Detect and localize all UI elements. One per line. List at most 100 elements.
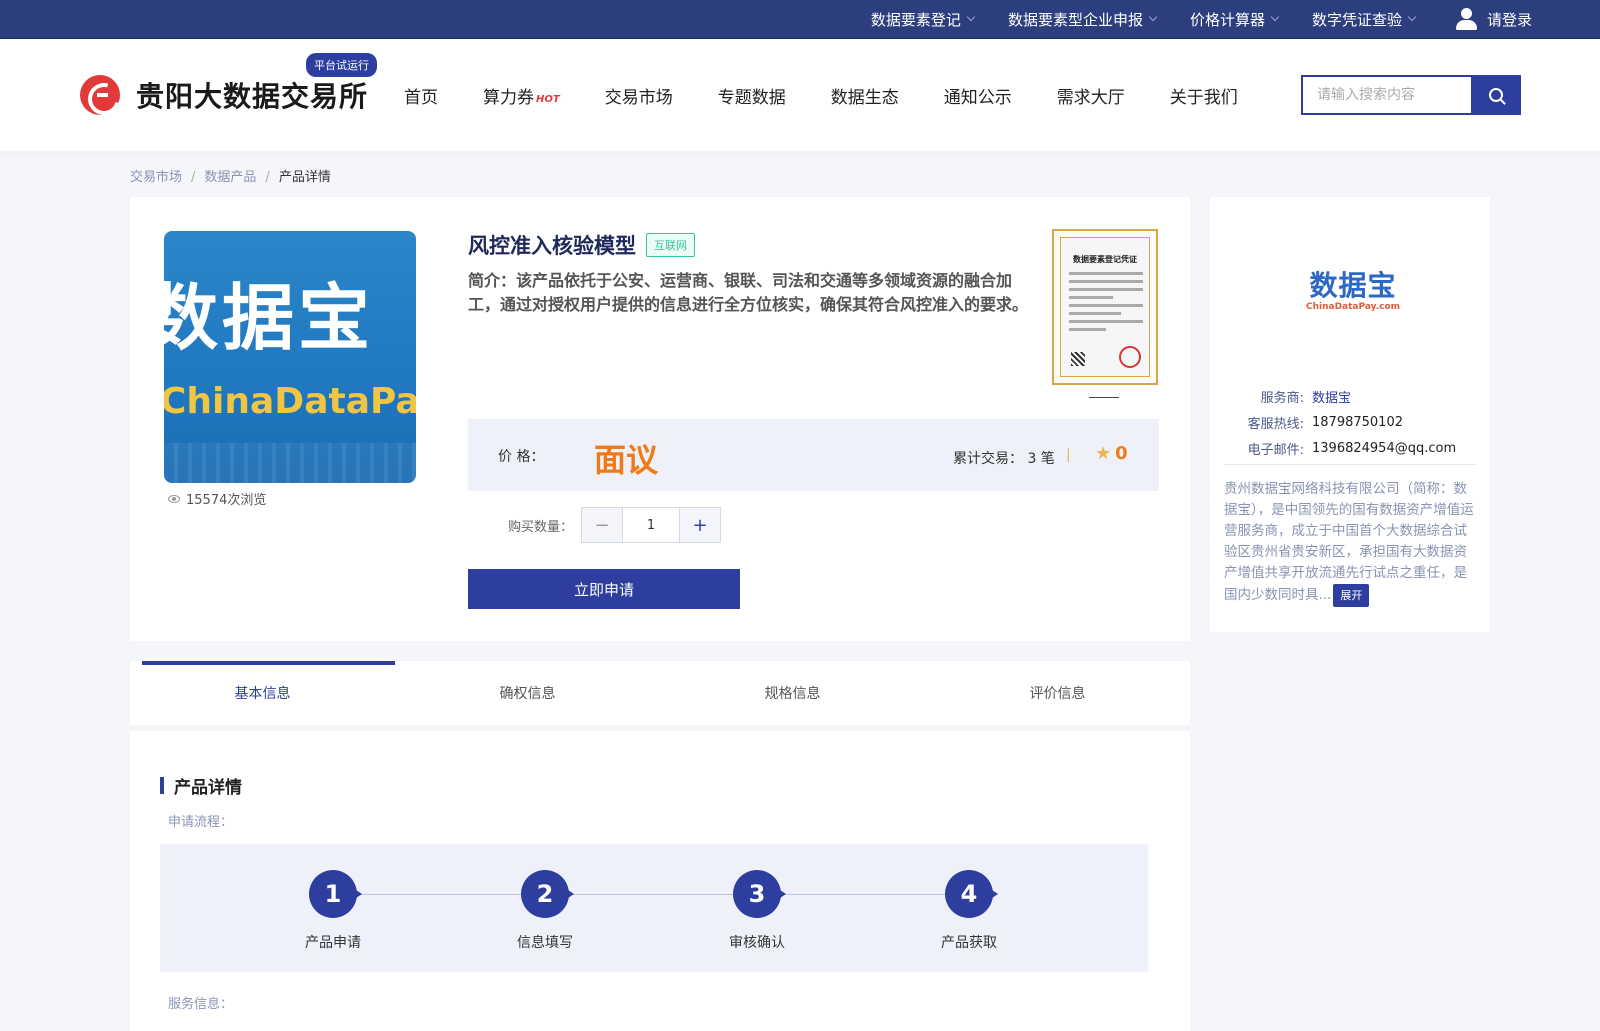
step-number: 1: [309, 870, 362, 918]
section-title: 产品详情: [160, 773, 242, 798]
provider-info: 服务商: 数据宝 客服热线: 18798750102 电子邮件: 1396824954…: [1228, 383, 1480, 461]
nav-topic-data[interactable]: 专题数据: [718, 83, 786, 108]
product-image-cn-text: 数据宝: [164, 276, 375, 360]
step-number: 3: [733, 870, 786, 918]
price-label: 价 格：: [498, 449, 545, 465]
quantity-value[interactable]: 1: [622, 508, 681, 542]
search-icon: [1489, 88, 1503, 102]
provider-card: 数据宝 ChinaDataPay.com 服务商: 数据宝 客服热线: 187987…: [1210, 197, 1490, 632]
step-label: 产品获取: [941, 935, 997, 951]
flow-label: 申请流程：: [168, 815, 234, 830]
nav-demand-hall[interactable]: 需求大厅: [1057, 83, 1125, 108]
chevron-down-icon: [1148, 12, 1158, 22]
nav-label: 需求大厅: [1056, 87, 1125, 108]
tab-basic-info[interactable]: 基本信息: [130, 661, 395, 725]
nav-about[interactable]: 关于我们: [1170, 83, 1238, 108]
tab-reviews[interactable]: 评价信息: [925, 661, 1190, 725]
topbar-item-label: 数据要素型企业申报: [1007, 10, 1143, 29]
product-image-en-text: ChinaDataPay.: [164, 381, 416, 422]
expand-button[interactable]: 展开: [1333, 584, 1370, 607]
flow-step: 3 审核确认: [712, 870, 802, 952]
chevron-down-icon: [966, 12, 976, 22]
chevron-down-icon: [1407, 12, 1417, 22]
rating: ★ 0: [1095, 443, 1128, 464]
increment-button[interactable]: +: [680, 508, 721, 542]
topbar-item-certificate-check[interactable]: 数字凭证查验: [1312, 9, 1417, 30]
nav-notices[interactable]: 通知公示: [944, 83, 1012, 108]
search-box: [1301, 75, 1521, 115]
breadcrumb-market[interactable]: 交易市场: [130, 170, 182, 185]
price-value: 面议: [594, 441, 659, 479]
topbar-item-data-registration[interactable]: 数据要素登记: [870, 9, 976, 30]
provider-description: 贵州数据宝网络科技有限公司（简称：数据宝），是中国领先的国有数据资产增值运营服务…: [1224, 479, 1476, 607]
quantity-stepper: − 1 +: [581, 507, 722, 543]
login-link[interactable]: 请登录: [1455, 7, 1532, 31]
category-tag: 互联网: [646, 233, 695, 257]
search-button[interactable]: [1471, 75, 1521, 115]
rating-value: 0: [1115, 443, 1128, 464]
topbar-item-enterprise-declare[interactable]: 数据要素型企业申报: [1007, 9, 1158, 30]
nav-ecosystem[interactable]: 数据生态: [831, 83, 899, 108]
trial-badge: 平台试运行: [306, 53, 377, 77]
logo-mark-icon: [80, 75, 120, 115]
divider: [1224, 464, 1476, 465]
topbar-item-label: 价格计算器: [1189, 10, 1265, 29]
section-title-text: 产品详情: [174, 778, 242, 798]
breadcrumb-current: 产品详情: [278, 170, 331, 185]
hotline-value: 18798750102: [1312, 414, 1403, 430]
qr-code-icon: [1071, 352, 1085, 366]
flow-step: 4 产品获取: [924, 870, 1014, 952]
hot-badge: HOT: [536, 93, 560, 105]
email-label: 电子邮件:: [1247, 442, 1304, 458]
tab-rights-info[interactable]: 确权信息: [395, 661, 660, 725]
nav-market[interactable]: 交易市场: [605, 83, 673, 108]
product-image: 数据宝 ChinaDataPay.: [164, 231, 416, 483]
nav-label: 关于我们: [1169, 87, 1238, 108]
nav-label: 算力券: [483, 87, 535, 108]
provider-logo: 数据宝 ChinaDataPay.com: [1306, 271, 1401, 313]
nav-compute-voucher[interactable]: 算力券 HOT: [483, 83, 560, 108]
login-label: 请登录: [1486, 10, 1532, 29]
tab-spec-info[interactable]: 规格信息: [660, 661, 925, 725]
topbar-item-price-calculator[interactable]: 价格计算器: [1189, 9, 1280, 30]
flow-connector: [343, 894, 963, 895]
quantity-label: 购买数量：: [508, 519, 574, 535]
decrement-button[interactable]: −: [582, 508, 623, 542]
detail-tabs: 基本信息 确权信息 规格信息 评价信息: [130, 661, 1190, 725]
brand-name: 贵阳大数据交易所: [136, 80, 369, 113]
chevron-down-icon: [1270, 12, 1280, 22]
application-flow: 1 产品申请 2 信息填写 3 审核确认 4 产品获取: [160, 844, 1148, 972]
main-nav: 首页 算力券 HOT 交易市场 专题数据 数据生态 通知公示 需求大厅 关于我们: [404, 83, 1283, 108]
price-panel: 价 格： 面议 累计交易： 3 笔 | ★ 0: [468, 419, 1159, 491]
service-provider-link[interactable]: 数据宝: [1312, 387, 1351, 406]
product-detail-section: 产品详情 申请流程： 1 产品申请 2 信息填写 3 审核确认 4 产品获取 服…: [130, 731, 1190, 1031]
product-intro: 简介：该产品依托于公安、运营商、银联、司法和交通等多领域资源的融合加工，通过对授…: [468, 271, 1029, 314]
quantity-row: 购买数量： − 1 +: [508, 507, 722, 543]
star-icon: ★: [1095, 443, 1112, 464]
nav-label: 首页: [404, 87, 439, 108]
step-label: 产品申请: [305, 935, 361, 951]
topbar-item-label: 数据要素登记: [870, 10, 961, 29]
flow-step: 2 信息填写: [500, 870, 590, 952]
registration-certificate[interactable]: 数据要素登记凭证: [1052, 229, 1158, 385]
hotline-label: 客服热线:: [1247, 416, 1304, 432]
divider: |: [1066, 447, 1071, 463]
nav-home[interactable]: 首页: [404, 83, 438, 108]
flow-step: 1 产品申请: [288, 870, 378, 952]
product-title-row: 风控准入核验模型 互联网: [468, 230, 695, 260]
view-count: 15574次浏览: [168, 489, 266, 508]
provider-logo-en: ChinaDataPay.com: [1306, 302, 1401, 312]
view-count-text: 15574次浏览: [186, 493, 267, 508]
site-logo[interactable]: 贵阳大数据交易所 平台试运行: [80, 53, 377, 115]
search-input[interactable]: [1301, 75, 1471, 115]
eye-icon: [168, 494, 180, 503]
product-card: 数据宝 ChinaDataPay. 15574次浏览 风控准入核验模型 互联网 …: [130, 197, 1190, 641]
nav-label: 数据生态: [830, 87, 899, 108]
nav-label: 通知公示: [943, 87, 1012, 108]
step-label: 信息填写: [517, 935, 573, 951]
apply-button[interactable]: 立即申请: [468, 569, 740, 609]
service-info-label: 服务信息：: [168, 997, 234, 1012]
breadcrumb-data-products[interactable]: 数据产品: [204, 170, 256, 185]
breadcrumb: 交易市场 / 数据产品 / 产品详情: [130, 170, 331, 185]
nav-label: 交易市场: [604, 87, 673, 108]
